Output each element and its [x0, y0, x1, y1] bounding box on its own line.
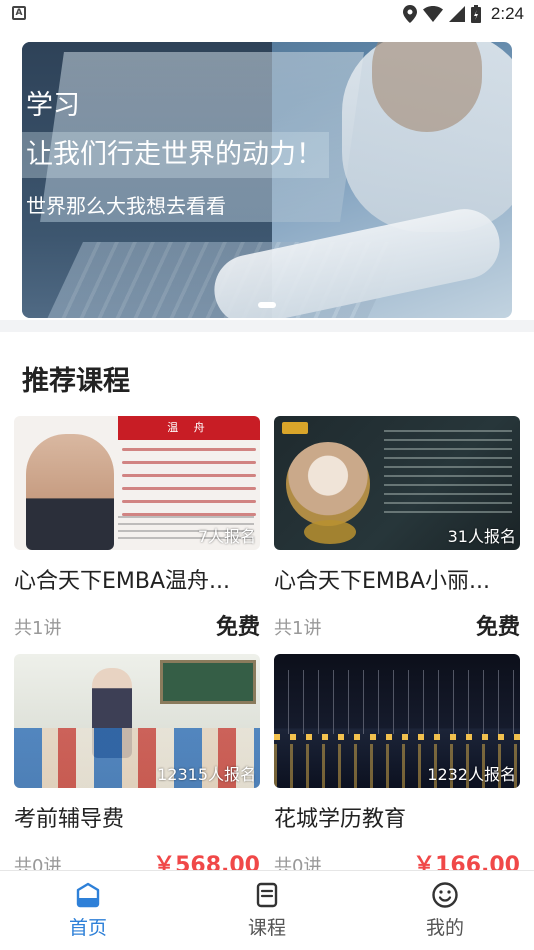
enrollment-count: 1232人报名 — [427, 765, 516, 784]
course-card[interactable]: 31人报名 心合天下EMBA小丽... 共1讲 免费 — [274, 416, 520, 640]
nav-tab-home[interactable]: 首页 — [28, 871, 148, 950]
course-price: 免费 — [475, 615, 520, 640]
course-thumbnail[interactable]: 温 舟 7人报名 — [14, 416, 260, 550]
course-title[interactable]: 心合天下EMBA温舟... — [14, 566, 260, 598]
course-title[interactable]: 考前辅导费 — [14, 804, 260, 836]
banner-carousel[interactable]: 学习 让我们行走世界的动力！ 世界那么大我想去看看 — [22, 42, 512, 318]
nav-label: 课程 — [247, 917, 286, 939]
status-icons: 2:24 — [402, 4, 524, 24]
bottom-nav: 首页 课程 我的 — [0, 870, 534, 950]
nav-label: 首页 — [68, 917, 107, 939]
carousel-indicator[interactable] — [258, 302, 276, 308]
lesson-count: 共1讲 — [274, 618, 322, 639]
course-title[interactable]: 心合天下EMBA小丽... — [274, 566, 520, 598]
course-card[interactable]: 1232人报名 花城学历教育 共0讲 ￥166.00 — [274, 654, 520, 878]
course-thumbnail[interactable]: 12315人报名 — [14, 654, 260, 788]
thumbnail-name-banner: 温 舟 — [118, 416, 260, 440]
nav-tab-courses[interactable]: 课程 — [207, 871, 327, 950]
course-card[interactable]: 温 舟 7人报名 心合天下EMBA温舟... 共1讲 免费 — [14, 416, 260, 640]
status-time: 2:24 — [490, 4, 524, 23]
banner-headline-1: 学习 — [26, 90, 80, 121]
enrollment-count: 31人报名 — [447, 527, 516, 546]
section-title: 推荐课程 — [22, 366, 130, 397]
banner-subtitle: 世界那么大我想去看看 — [26, 194, 226, 218]
notification-a-icon: A — [12, 6, 26, 20]
course-price: 免费 — [215, 615, 260, 640]
section-divider — [0, 320, 534, 332]
nav-tab-profile[interactable]: 我的 — [385, 871, 505, 950]
course-title[interactable]: 花城学历教育 — [274, 804, 520, 836]
course-thumbnail[interactable]: 1232人报名 — [274, 654, 520, 788]
course-thumbnail[interactable]: 31人报名 — [274, 416, 520, 550]
signal-icon — [448, 6, 465, 22]
course-card[interactable]: 12315人报名 考前辅导费 共0讲 ￥568.00 — [14, 654, 260, 878]
nav-label: 我的 — [425, 917, 464, 939]
wifi-icon — [422, 6, 443, 22]
status-bar: A 2:24 — [0, 0, 534, 28]
brand-logo — [282, 422, 308, 434]
course-book-icon — [256, 882, 278, 908]
enrollment-count: 12315人报名 — [157, 765, 256, 784]
battery-icon — [470, 5, 481, 23]
banner-headline-2: 让我们行走世界的动力！ — [22, 132, 329, 178]
enrollment-count: 7人报名 — [197, 527, 256, 546]
location-icon — [402, 5, 417, 23]
smile-face-icon — [432, 882, 458, 908]
home-icon — [76, 882, 100, 908]
lesson-count: 共1讲 — [14, 618, 62, 639]
